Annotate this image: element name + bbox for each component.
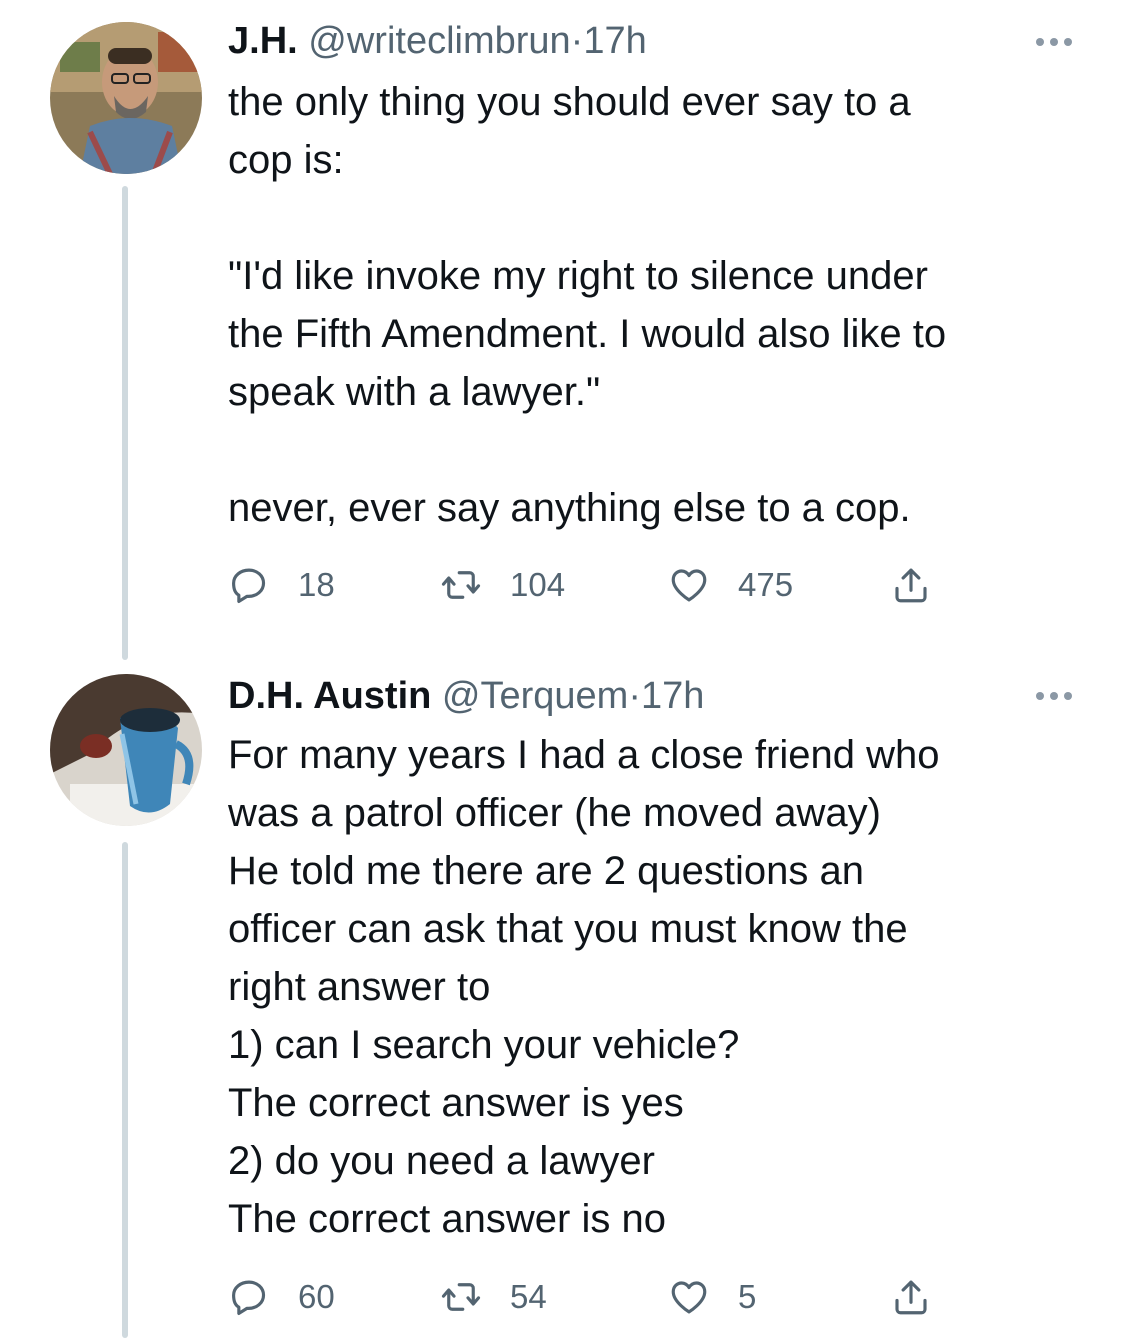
tweet-line: the only thing you should ever say to a: [228, 80, 911, 124]
share-button[interactable]: [890, 1272, 960, 1322]
tweet-text: For many years I had a close friend who …: [228, 726, 1088, 1248]
like-count: 475: [738, 566, 794, 603]
reply-count: 18: [298, 566, 335, 603]
tweet-line: The correct answer is no: [228, 1197, 666, 1241]
retweet-button[interactable]: 104: [440, 560, 565, 610]
tweet[interactable]: J.H. @writeclimbrun·17h the only thing y…: [0, 0, 1124, 660]
timestamp[interactable]: 17h: [583, 20, 646, 62]
like-count: 5: [738, 1278, 757, 1315]
tweet-line: was a patrol officer (he moved away): [228, 791, 881, 835]
reply-button[interactable]: 60: [228, 1272, 335, 1322]
reply-icon: [232, 1280, 266, 1316]
heart-icon: [671, 569, 707, 602]
display-name[interactable]: J.H.: [228, 20, 298, 62]
avatar[interactable]: [50, 674, 202, 826]
reply-count: 60: [298, 1278, 335, 1315]
share-icon: [895, 568, 927, 603]
tweet-line: "I'd like invoke my right to silence und…: [228, 254, 928, 298]
tweet-text: the only thing you should ever say to a …: [228, 73, 1088, 537]
thread-line: [122, 842, 128, 1338]
timestamp[interactable]: 17h: [641, 675, 704, 717]
username[interactable]: @writeclimbrun: [308, 20, 570, 62]
tweet-line: cop is:: [228, 138, 344, 182]
share-button[interactable]: [890, 560, 960, 610]
tweet-line: 2) do you need a lawyer: [228, 1139, 655, 1183]
thread-line: [122, 186, 128, 660]
display-name[interactable]: D.H. Austin: [228, 675, 431, 717]
heart-icon: [671, 1281, 707, 1314]
avatar[interactable]: [50, 22, 202, 174]
tweet-line: For many years I had a close friend who: [228, 733, 940, 777]
username[interactable]: @Terquem: [442, 675, 628, 717]
like-button[interactable]: 5: [668, 1272, 756, 1322]
tweet-line: officer can ask that you must know the: [228, 907, 908, 951]
tweet-line: He told me there are 2 questions an: [228, 849, 864, 893]
like-button[interactable]: 475: [668, 560, 793, 610]
more-icon[interactable]: [1036, 692, 1072, 700]
more-icon[interactable]: [1036, 38, 1072, 46]
retweet-button[interactable]: 54: [440, 1272, 547, 1322]
retweet-icon: [441, 1283, 481, 1311]
tweet-line: speak with a lawyer.": [228, 370, 601, 414]
tweet[interactable]: D.H. Austin @Terquem·17h For many years …: [0, 660, 1124, 1338]
separator-dot: ·: [628, 675, 641, 717]
tweet-line: right answer to: [228, 965, 491, 1009]
tweet-line: never, ever say anything else to a cop.: [228, 486, 911, 530]
retweet-count: 54: [510, 1278, 547, 1315]
reply-button[interactable]: 18: [228, 560, 335, 610]
tweet-header: J.H. @writeclimbrun·17h: [228, 18, 647, 64]
tweet-line: [228, 421, 1088, 479]
retweet-count: 104: [510, 566, 566, 603]
separator-dot: ·: [570, 20, 584, 62]
tweet-line: the Fifth Amendment. I would also like t…: [228, 312, 947, 356]
tweet-header: D.H. Austin @Terquem·17h: [228, 673, 704, 719]
tweet-line: 1) can I search your vehicle?: [228, 1023, 740, 1067]
retweet-icon: [441, 571, 481, 599]
tweet-line: The correct answer is yes: [228, 1081, 684, 1125]
share-icon: [895, 1280, 927, 1315]
reply-icon: [232, 568, 266, 604]
tweet-line: [228, 189, 1088, 247]
